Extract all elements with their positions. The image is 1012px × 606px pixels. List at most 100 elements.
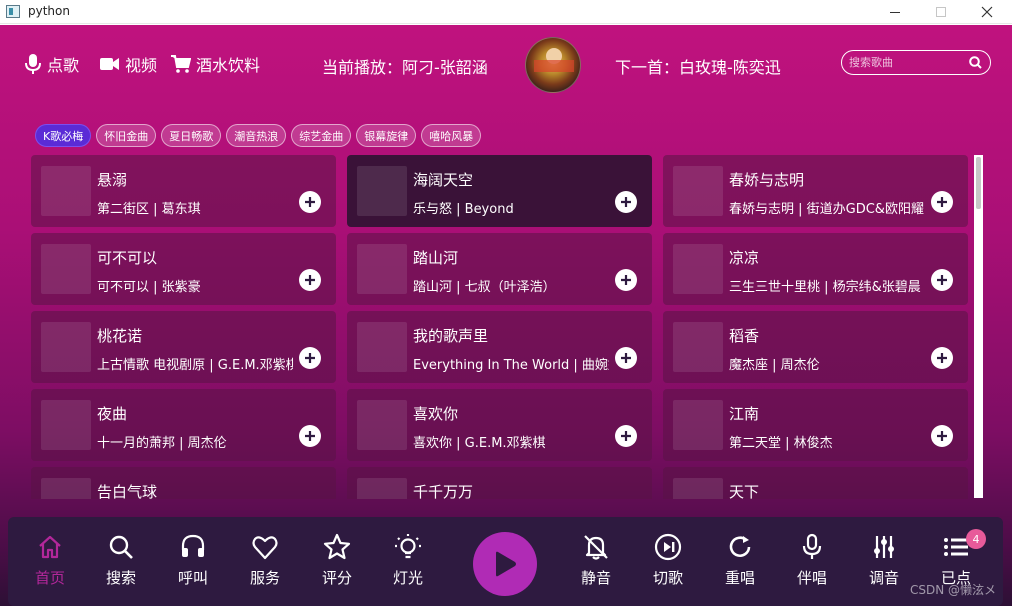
- bottom-nav-bell-off[interactable]: 静音: [566, 533, 626, 589]
- bottom-nav-bulb[interactable]: 灯光: [378, 533, 438, 589]
- song-card[interactable]: 悬溺 第二街区 | 葛东琪: [31, 155, 336, 227]
- song-title: 千千万万: [413, 483, 474, 499]
- add-song-button[interactable]: [299, 425, 321, 447]
- song-card[interactable]: 告白气球: [31, 467, 336, 499]
- song-card[interactable]: 喜欢你 喜欢你 | G.E.M.邓紫棋: [347, 389, 652, 461]
- add-song-button[interactable]: [615, 347, 637, 369]
- heart-hand-icon: [252, 536, 278, 560]
- microphone-icon: [25, 54, 41, 74]
- song-card[interactable]: 夜曲 十一月的萧邦 | 周杰伦: [31, 389, 336, 461]
- category-tab[interactable]: 潮音热浪: [226, 124, 287, 147]
- add-song-button[interactable]: [299, 191, 321, 213]
- song-card[interactable]: 踏山河踏山河 | 七叔（叶泽浩）: [347, 233, 652, 305]
- song-thumbnail: [41, 322, 91, 372]
- song-thumbnail: [41, 244, 91, 294]
- play-button[interactable]: [473, 532, 537, 596]
- song-thumbnail: [41, 166, 91, 216]
- song-title: 桃花诺: [97, 327, 143, 345]
- bottom-nav-heart-hand[interactable]: 服务: [235, 533, 295, 589]
- add-song-button[interactable]: [299, 269, 321, 291]
- category-tab[interactable]: 银幕旋律: [356, 124, 417, 147]
- bottom-nav-replay[interactable]: 重唱: [710, 533, 770, 589]
- bottom-nav-microphone[interactable]: 伴唱: [782, 533, 842, 589]
- song-thumbnail: [41, 478, 91, 499]
- song-card[interactable]: 海阔天空 乐与怒 | Beyond: [347, 155, 652, 227]
- window-title: python: [28, 4, 70, 18]
- bottom-nav-label: 调音: [868, 569, 899, 587]
- add-song-button[interactable]: [931, 425, 953, 447]
- plus-icon: [937, 353, 947, 363]
- song-card[interactable]: 凉凉 三生三世十里桃 | 杨宗纬&张碧晨: [663, 233, 968, 305]
- song-thumbnail: [673, 166, 723, 216]
- skip-icon: [654, 533, 682, 561]
- add-song-button[interactable]: [615, 425, 637, 447]
- bottom-nav-skip[interactable]: 切歌: [638, 533, 698, 589]
- bottom-nav-label: 搜索: [105, 569, 136, 587]
- home-icon: [39, 535, 61, 559]
- song-card[interactable]: 千千万万: [347, 467, 652, 499]
- microphone-icon: [802, 533, 822, 559]
- nav-song-request[interactable]: 点歌: [24, 53, 79, 75]
- add-song-button[interactable]: [931, 269, 953, 291]
- album-cover[interactable]: [525, 37, 581, 93]
- bell-off-icon: [584, 535, 608, 560]
- add-song-button[interactable]: [615, 269, 637, 291]
- bottom-nav-label: 伴唱: [796, 569, 827, 587]
- close-icon: [981, 6, 993, 18]
- bottom-nav-sliders[interactable]: 调音: [854, 533, 914, 589]
- add-song-button[interactable]: [931, 347, 953, 369]
- search-box[interactable]: [841, 50, 991, 75]
- song-title: 海阔天空: [413, 171, 474, 189]
- plus-icon: [937, 431, 947, 441]
- song-thumbnail: [357, 322, 407, 372]
- add-song-button[interactable]: [931, 191, 953, 213]
- scrollbar-thumb[interactable]: [976, 157, 981, 209]
- maximize-button[interactable]: [918, 0, 964, 24]
- video-camera-icon: [100, 58, 119, 70]
- song-card[interactable]: 可不可以 可不可以 | 张紫豪: [31, 233, 336, 305]
- bottom-nav-star[interactable]: 评分: [307, 533, 367, 589]
- plus-icon: [621, 431, 631, 441]
- song-card[interactable]: 稻香魔杰座 | 周杰伦: [663, 311, 968, 383]
- bottom-nav-home[interactable]: 首页: [20, 533, 80, 589]
- song-subtitle: 春娇与志明 | 街道办GDC&欧阳耀: [729, 202, 924, 217]
- add-song-button[interactable]: [615, 191, 637, 213]
- plus-icon: [937, 275, 947, 285]
- song-thumbnail: [673, 322, 723, 372]
- close-button[interactable]: [964, 0, 1010, 24]
- song-card[interactable]: 天下: [663, 467, 968, 499]
- search-input[interactable]: [849, 54, 964, 71]
- queue-count-badge: 4: [966, 529, 986, 549]
- plus-icon: [621, 353, 631, 363]
- bottom-nav-search[interactable]: 搜索: [91, 533, 151, 589]
- song-subtitle: 魔杰座 | 周杰伦: [729, 358, 820, 373]
- song-card[interactable]: 桃花诺 上古情歌 电视剧原 | G.E.M.邓紫棋: [31, 311, 336, 383]
- category-tab[interactable]: 嘻哈风暴: [421, 124, 482, 147]
- category-tab[interactable]: 怀旧金曲: [96, 124, 157, 147]
- song-title: 喜欢你: [413, 405, 459, 423]
- song-title: 踏山河: [413, 249, 459, 267]
- song-thumbnail: [41, 400, 91, 450]
- bottom-nav-label: 评分: [321, 569, 352, 587]
- song-subtitle: 踏山河 | 七叔（叶泽浩）: [413, 280, 556, 295]
- category-tab[interactable]: 综艺金曲: [291, 124, 352, 147]
- song-title: 天下: [729, 483, 760, 499]
- song-thumbnail: [357, 400, 407, 450]
- category-tab[interactable]: K歌必梅: [35, 124, 92, 147]
- nav-video[interactable]: 视频: [100, 53, 157, 75]
- song-card[interactable]: 我的歌声里 Everything In The World | 曲婉婷: [347, 311, 652, 383]
- add-song-button[interactable]: [299, 347, 321, 369]
- song-thumbnail: [357, 478, 407, 499]
- song-title: 稻香: [729, 327, 760, 345]
- bottom-nav-label: 静音: [580, 569, 611, 587]
- category-tab[interactable]: 夏日畅歌: [161, 124, 222, 147]
- nav-drinks[interactable]: 酒水饮料: [171, 53, 260, 75]
- song-card[interactable]: 江南 第二天堂 | 林俊杰: [663, 389, 968, 461]
- minimize-button[interactable]: [872, 0, 918, 24]
- nav-drinks-label: 酒水饮料: [196, 56, 261, 75]
- song-card[interactable]: 春娇与志明 春娇与志明 | 街道办GDC&欧阳耀: [663, 155, 968, 227]
- song-title: 凉凉: [729, 249, 760, 267]
- search-icon[interactable]: [969, 56, 982, 69]
- app-icon: [6, 5, 20, 18]
- bottom-nav-headset[interactable]: 呼叫: [163, 533, 223, 589]
